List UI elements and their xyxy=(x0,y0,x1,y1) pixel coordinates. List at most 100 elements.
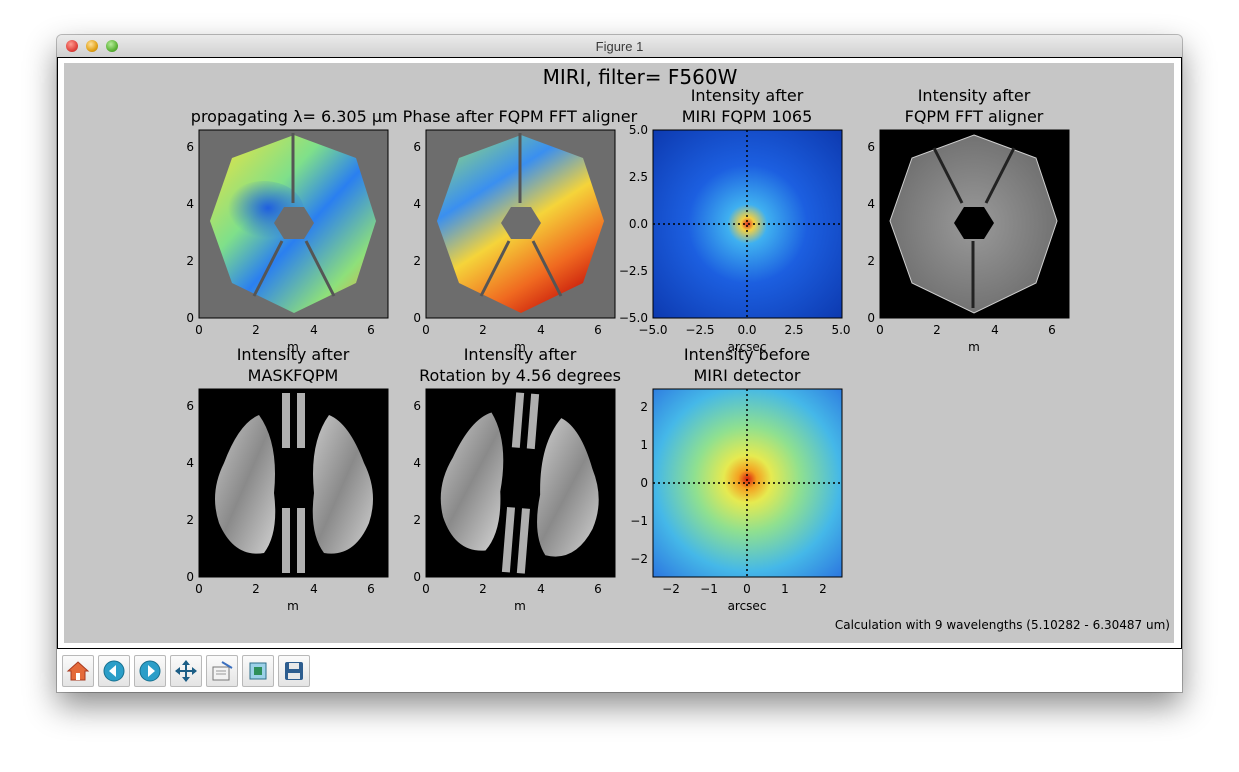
svg-text:0: 0 xyxy=(867,311,875,325)
svg-text:5.0: 5.0 xyxy=(831,323,850,337)
panel-6-title-line1: Intensity after xyxy=(464,345,577,364)
svg-text:2.5: 2.5 xyxy=(784,323,803,337)
panel-4-title-line2: FQPM FFT aligner xyxy=(905,107,1044,126)
svg-text:0: 0 xyxy=(422,323,430,337)
panel-7-title-line1: Intensity before xyxy=(684,345,810,364)
panel-4-xticks: 0 2 4 6 xyxy=(876,323,1056,337)
svg-text:4: 4 xyxy=(867,197,875,211)
panel-fqpm-intensity: Intensity after MIRI FQPM 1065 −5.0 −2.5… xyxy=(619,86,851,354)
title-bar[interactable]: Figure 1 xyxy=(57,35,1182,58)
save-icon xyxy=(285,662,303,680)
pan-icon xyxy=(175,660,197,682)
zoom-button[interactable] xyxy=(206,655,238,687)
forward-button[interactable] xyxy=(134,655,166,687)
plot-area: MIRI, filter= F560W 0 2 4 6 0 2 4 6 m pr… xyxy=(64,63,1174,643)
panel-3-title-line2: MIRI FQPM 1065 xyxy=(682,107,813,126)
svg-text:6: 6 xyxy=(186,399,194,413)
panel-3-xticks: −5.0 −2.5 0.0 2.5 5.0 xyxy=(638,323,850,337)
home-button[interactable] xyxy=(62,655,94,687)
svg-text:4: 4 xyxy=(537,582,545,596)
svg-text:4: 4 xyxy=(413,197,421,211)
forward-arrow-icon xyxy=(139,660,161,682)
svg-text:4: 4 xyxy=(537,323,545,337)
panel-7-title-line2: MIRI detector xyxy=(694,366,801,385)
panel-5-xlabel: m xyxy=(287,599,299,613)
panel-7-xticks: −2 −1 0 1 2 xyxy=(662,582,827,596)
svg-text:−2: −2 xyxy=(630,552,648,566)
zoom-rect-icon xyxy=(212,661,233,681)
svg-text:4: 4 xyxy=(186,456,194,470)
panel-4-title-line1: Intensity after xyxy=(918,86,1031,105)
panel-2-xticks: 0 2 4 6 xyxy=(422,323,602,337)
pan-button[interactable] xyxy=(170,655,202,687)
svg-text:0: 0 xyxy=(876,323,884,337)
svg-text:4: 4 xyxy=(310,323,318,337)
svg-text:2: 2 xyxy=(819,582,827,596)
svg-text:6: 6 xyxy=(186,140,194,154)
panel-3-title-line1: Intensity after xyxy=(691,86,804,105)
svg-text:2: 2 xyxy=(867,254,875,268)
panel-5-xticks: 0 2 4 6 xyxy=(195,582,375,596)
svg-text:0: 0 xyxy=(743,582,751,596)
panel-6-xlabel: m xyxy=(514,599,526,613)
panel-6-title-line2: Rotation by 4.56 degrees xyxy=(419,366,621,385)
svg-text:−2: −2 xyxy=(662,582,680,596)
subplots-icon xyxy=(249,662,267,680)
svg-text:2.5: 2.5 xyxy=(629,170,648,184)
panel-6-xticks: 0 2 4 6 xyxy=(422,582,602,596)
svg-text:6: 6 xyxy=(594,582,602,596)
save-button[interactable] xyxy=(278,655,310,687)
svg-text:−1: −1 xyxy=(700,582,718,596)
svg-text:0.0: 0.0 xyxy=(629,217,648,231)
svg-text:6: 6 xyxy=(867,140,875,154)
svg-text:4: 4 xyxy=(310,582,318,596)
panel-1-title: propagating λ= 6.305 μm Phase after FQPM… xyxy=(191,107,638,126)
svg-text:2: 2 xyxy=(479,582,487,596)
svg-text:0: 0 xyxy=(413,311,421,325)
panel-6-yticks: 0 2 4 6 xyxy=(413,399,421,584)
svg-text:2: 2 xyxy=(186,254,194,268)
svg-text:0.0: 0.0 xyxy=(737,323,756,337)
svg-text:6: 6 xyxy=(413,399,421,413)
svg-text:0: 0 xyxy=(422,582,430,596)
svg-text:2: 2 xyxy=(640,400,648,414)
panel-5-top-segment xyxy=(297,393,305,448)
panel-rotation-intensity: Intensity after Rotation by 4.56 degrees… xyxy=(413,345,621,613)
back-button[interactable] xyxy=(98,655,130,687)
svg-text:0: 0 xyxy=(195,582,203,596)
svg-text:−1: −1 xyxy=(630,514,648,528)
calculation-footnote: Calculation with 9 wavelengths (5.10282 … xyxy=(835,618,1170,632)
svg-text:2: 2 xyxy=(186,513,194,527)
panel-3-yticks: −5.0 −2.5 0.0 2.5 5.0 xyxy=(619,123,648,325)
svg-text:2: 2 xyxy=(479,323,487,337)
panel-2-yticks: 0 2 4 6 xyxy=(413,140,421,325)
svg-text:0: 0 xyxy=(186,570,194,584)
panel-4-yticks: 0 2 4 6 xyxy=(867,140,875,325)
svg-text:4: 4 xyxy=(991,323,999,337)
panel-aligner-intensity: Intensity after FQPM FFT aligner 0 2 4 6… xyxy=(867,86,1070,354)
svg-text:0: 0 xyxy=(413,570,421,584)
panel-5-top-segment xyxy=(282,393,290,448)
panel-detector-intensity: Intensity before MIRI detector −2 −1 0 1… xyxy=(630,345,843,613)
panel-phase-1: 0 2 4 6 0 2 4 6 m xyxy=(186,129,389,354)
svg-text:2: 2 xyxy=(933,323,941,337)
navigation-toolbar xyxy=(57,649,1182,692)
panel-phase-2: 0 2 4 6 0 2 4 6 m xyxy=(413,129,616,354)
svg-text:2: 2 xyxy=(252,323,260,337)
panel-4-xlabel: m xyxy=(968,340,980,354)
svg-text:6: 6 xyxy=(367,582,375,596)
svg-text:6: 6 xyxy=(413,140,421,154)
panel-1-yticks: 0 2 4 6 xyxy=(186,140,194,325)
svg-text:2: 2 xyxy=(413,254,421,268)
svg-text:−2.5: −2.5 xyxy=(685,323,714,337)
svg-text:1: 1 xyxy=(781,582,789,596)
figure-canvas[interactable]: MIRI, filter= F560W 0 2 4 6 0 2 4 6 m pr… xyxy=(57,57,1182,649)
panel-5-title-line1: Intensity after xyxy=(237,345,350,364)
panel-maskfqpm-intensity: Intensity after MASKFQPM 0 2 4 6 0 2 4 6 xyxy=(186,345,389,613)
svg-text:6: 6 xyxy=(594,323,602,337)
home-icon xyxy=(66,661,90,681)
panel-7-xlabel: arcsec xyxy=(728,599,767,613)
configure-subplots-button[interactable] xyxy=(242,655,274,687)
svg-text:−5.0: −5.0 xyxy=(638,323,667,337)
figure-svg: MIRI, filter= F560W 0 2 4 6 0 2 4 6 m pr… xyxy=(186,65,1170,632)
